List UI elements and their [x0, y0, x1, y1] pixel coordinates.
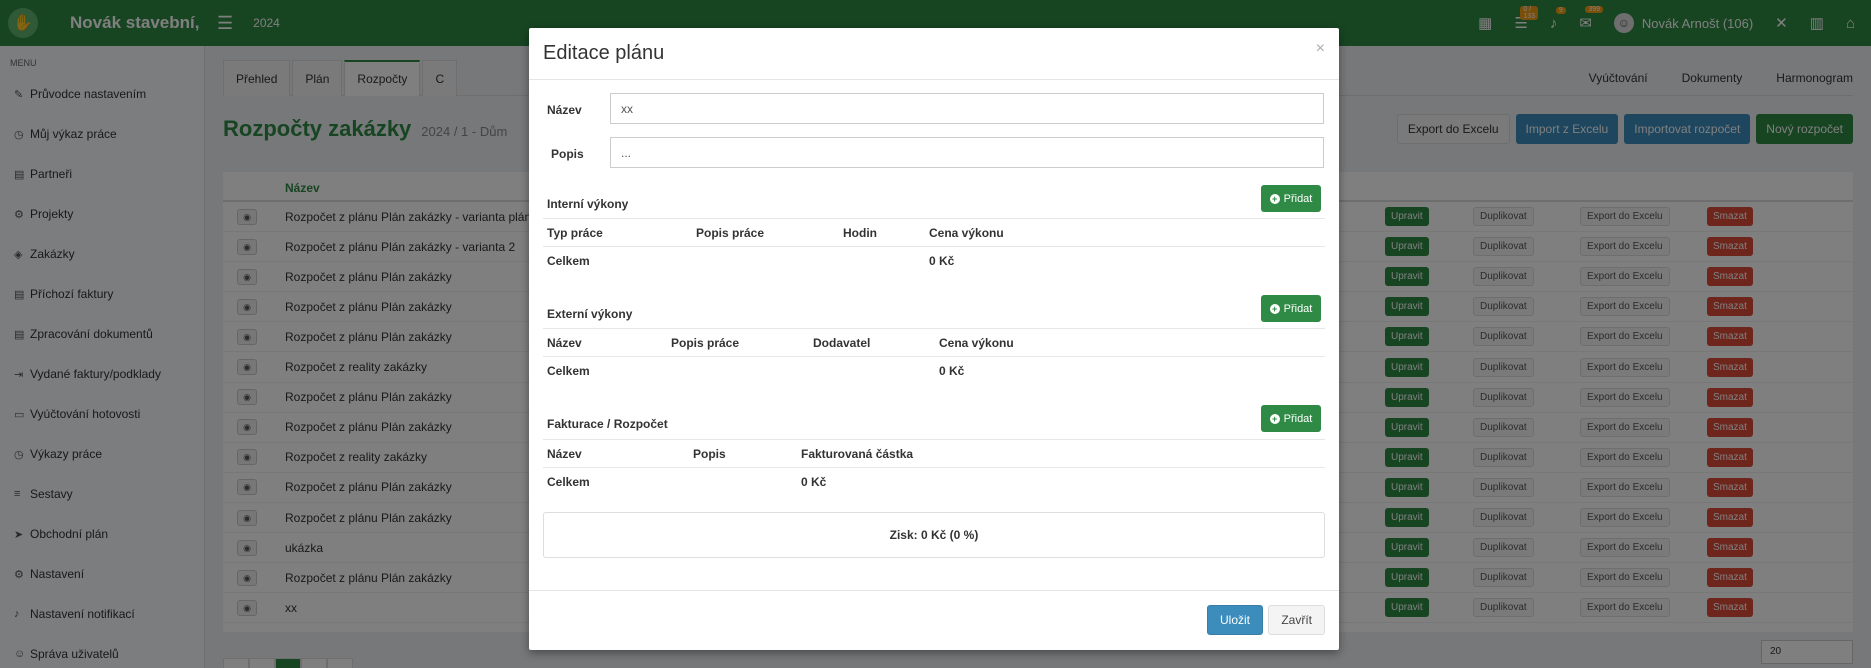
internal-work-title: Interní výkony [547, 197, 629, 211]
total-label: Celkem [547, 475, 590, 489]
add-external-button[interactable]: + Přidat [1261, 295, 1321, 322]
add-label: Přidat [1283, 302, 1313, 315]
total-label: Celkem [547, 254, 590, 268]
col-supplier: Dodavatel [813, 336, 871, 350]
add-internal-button[interactable]: + Přidat [1261, 185, 1321, 212]
modal-title: Editace plánu [543, 42, 665, 64]
add-label: Přidat [1283, 192, 1313, 205]
description-label: Popis [551, 147, 584, 161]
table-total-row: Celkem 0 Kč [543, 356, 1325, 384]
plus-icon: + [1269, 303, 1280, 314]
col-price: Cena výkonu [929, 226, 1004, 240]
close-icon[interactable]: × [1316, 40, 1325, 58]
total-label: Celkem [547, 364, 590, 378]
col-work-desc: Popis práce [696, 226, 765, 240]
total-value: 0 Kč [939, 364, 965, 378]
name-input[interactable] [610, 93, 1324, 124]
plus-icon: + [1269, 193, 1280, 204]
total-value: 0 Kč [929, 254, 955, 268]
external-work-title: Externí výkony [547, 307, 633, 321]
table-header-row: Název Popis Fakturovaná částka [543, 439, 1325, 467]
table-header-row: Název Popis práce Dodavatel Cena výkonu [543, 328, 1325, 356]
col-name: Název [547, 447, 582, 461]
close-button[interactable]: Zavřít [1268, 605, 1325, 635]
col-name: Název [547, 336, 582, 350]
col-work-type: Typ práce [547, 226, 603, 240]
profit-summary: Zisk: 0 Kč (0 %) [543, 512, 1325, 558]
table-total-row: Celkem 0 Kč [543, 467, 1325, 495]
col-price: Cena výkonu [939, 336, 1014, 350]
name-label: Název [547, 103, 582, 117]
col-hours: Hodin [843, 226, 877, 240]
total-value: 0 Kč [801, 475, 827, 489]
save-button[interactable]: Uložit [1206, 605, 1263, 635]
add-label: Přidat [1283, 412, 1313, 425]
col-description: Popis [693, 447, 726, 461]
edit-plan-modal: Editace plánu × Název Popis Interní výko… [529, 28, 1339, 650]
invoicing-title: Fakturace / Rozpočet [547, 417, 668, 431]
modal-header: Editace plánu × [529, 28, 1339, 80]
description-input[interactable] [610, 137, 1324, 168]
modal-footer: Uložit Zavřít [529, 590, 1339, 650]
table-header-row: Typ práce Popis práce Hodin Cena výkonu [543, 218, 1325, 246]
add-invoicing-button[interactable]: + Přidat [1261, 405, 1321, 432]
col-invoiced-amount: Fakturovaná částka [801, 447, 914, 461]
col-work-desc: Popis práce [671, 336, 740, 350]
plus-icon: + [1269, 413, 1280, 424]
table-total-row: Celkem 0 Kč [543, 246, 1325, 274]
